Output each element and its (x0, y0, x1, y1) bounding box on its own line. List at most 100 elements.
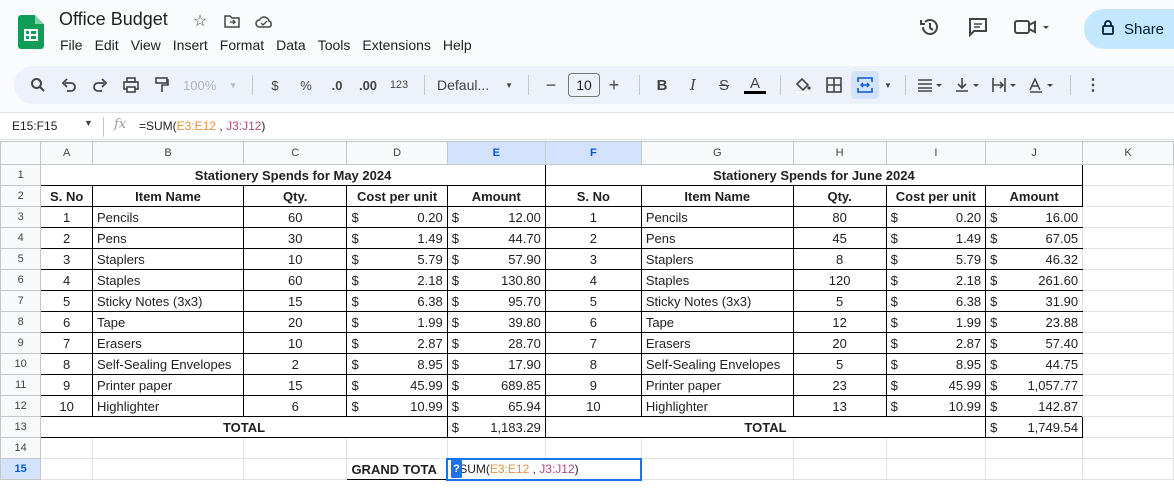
may-header-cell[interactable]: Cost per unit (346, 185, 448, 207)
cell[interactable] (985, 458, 1084, 480)
may-amount-cell[interactable]: $689.85 (446, 374, 546, 396)
may-total-cell[interactable]: $1,183.29 (446, 416, 546, 438)
row-header-7[interactable]: 7 (0, 290, 42, 312)
june-item-name-cell[interactable]: Pencils (640, 206, 794, 228)
cell[interactable] (40, 458, 94, 480)
june-sno-cell[interactable]: 1 (544, 206, 642, 228)
june-qty-cell[interactable]: 20 (792, 332, 887, 354)
june-cost-cell[interactable]: $45.99 (885, 374, 987, 396)
row-header-3[interactable]: 3 (0, 206, 42, 228)
decrease-font-size-button[interactable]: − (537, 71, 565, 99)
cell[interactable] (792, 458, 887, 480)
column-header-e[interactable]: E (446, 141, 546, 165)
may-item-name-cell[interactable]: Pencils (92, 206, 244, 228)
cell[interactable] (1082, 311, 1174, 333)
june-qty-cell[interactable]: 45 (792, 227, 887, 249)
may-cost-cell[interactable]: $5.79 (346, 248, 448, 270)
june-item-name-cell[interactable]: Self-Sealing Envelopes (640, 353, 794, 375)
column-header-a[interactable]: A (40, 141, 94, 165)
may-amount-cell[interactable]: $28.70 (446, 332, 546, 354)
may-total-label[interactable]: TOTAL (40, 416, 448, 438)
cell[interactable] (1082, 269, 1174, 291)
june-cost-cell[interactable]: $6.38 (885, 290, 987, 312)
may-qty-cell[interactable]: 6 (242, 395, 348, 417)
increase-font-size-button[interactable]: + (600, 71, 628, 99)
cell[interactable] (1082, 374, 1174, 396)
document-title[interactable]: Office Budget (59, 9, 168, 30)
print-icon[interactable] (117, 71, 145, 99)
menu-data[interactable]: Data (276, 36, 312, 54)
spreadsheet-grid[interactable]: A B C D E F G H I J K 1 Stationery Spends for May 20… (0, 141, 1174, 500)
increase-decimal-button[interactable]: .00 (354, 71, 382, 99)
vertical-align-icon[interactable] (951, 71, 985, 99)
version-history-icon[interactable] (915, 12, 945, 42)
june-qty-cell[interactable]: 12 (792, 311, 887, 333)
may-amount-cell[interactable]: $44.70 (446, 227, 546, 249)
may-item-name-cell[interactable]: Sticky Notes (3x3) (92, 290, 244, 312)
select-all-corner[interactable] (0, 141, 42, 165)
row-header-6[interactable]: 6 (0, 269, 42, 291)
may-cost-cell[interactable]: $1.99 (346, 311, 448, 333)
row-header-15[interactable]: 15 (0, 458, 42, 480)
menu-extensions[interactable]: Extensions (362, 36, 436, 54)
june-total-cell[interactable]: $1,749.54 (985, 416, 1084, 438)
cell[interactable] (92, 437, 244, 459)
cell[interactable] (346, 437, 448, 459)
row-header-12[interactable]: 12 (0, 395, 42, 417)
row-header-10[interactable]: 10 (0, 353, 42, 375)
menu-help[interactable]: Help (443, 36, 478, 54)
row-header-1[interactable]: 1 (0, 164, 42, 186)
may-item-name-cell[interactable]: Printer paper (92, 374, 244, 396)
cell[interactable] (40, 437, 94, 459)
row-header-14[interactable]: 14 (0, 437, 42, 459)
may-item-name-cell[interactable]: Staples (92, 269, 244, 291)
may-sno-cell[interactable]: 3 (40, 248, 94, 270)
row-header-11[interactable]: 11 (0, 374, 42, 396)
column-header-c[interactable]: C (242, 141, 348, 165)
merge-cells-icon[interactable] (851, 71, 879, 99)
more-vert-icon[interactable]: ⋮ (1079, 71, 1107, 99)
currency-format-button[interactable]: $ (261, 71, 289, 99)
may-item-name-cell[interactable]: Self-Sealing Envelopes (92, 353, 244, 375)
menu-insert[interactable]: Insert (173, 36, 214, 54)
may-qty-cell[interactable]: 10 (242, 248, 348, 270)
percent-format-button[interactable]: % (292, 71, 320, 99)
column-header-i[interactable]: I (885, 141, 987, 165)
cell[interactable] (1082, 416, 1174, 438)
column-header-f[interactable]: F (544, 141, 642, 165)
may-cost-cell[interactable]: $1.49 (346, 227, 448, 249)
column-header-j[interactable]: J (985, 141, 1084, 165)
formula-input[interactable]: =SUM(E3:E12 , J3:J12) (139, 119, 265, 133)
may-qty-cell[interactable]: 10 (242, 332, 348, 354)
june-amount-cell[interactable]: $1,057.77 (985, 374, 1084, 396)
june-cost-cell[interactable]: $8.95 (885, 353, 987, 375)
redo-icon[interactable] (86, 71, 114, 99)
june-cost-cell[interactable]: $1.99 (885, 311, 987, 333)
cell[interactable] (640, 437, 794, 459)
cell[interactable] (242, 437, 348, 459)
row-header-9[interactable]: 9 (0, 332, 42, 354)
cloud-status-icon[interactable] (254, 11, 274, 31)
cell[interactable] (1082, 332, 1174, 354)
row-header-5[interactable]: 5 (0, 248, 42, 270)
may-header-cell[interactable]: Amount (446, 185, 546, 207)
may-cost-cell[interactable]: $8.95 (346, 353, 448, 375)
may-sno-cell[interactable]: 8 (40, 353, 94, 375)
cell[interactable] (885, 437, 987, 459)
search-menus-icon[interactable] (24, 71, 52, 99)
june-header-cell[interactable]: Qty. (792, 185, 887, 207)
italic-icon[interactable]: I (679, 71, 707, 99)
menu-file[interactable]: File (60, 36, 89, 54)
june-amount-cell[interactable]: $31.90 (985, 290, 1084, 312)
menu-format[interactable]: Format (220, 36, 270, 54)
june-item-name-cell[interactable]: Highlighter (640, 395, 794, 417)
june-qty-cell[interactable]: 5 (792, 290, 887, 312)
borders-icon[interactable] (820, 71, 848, 99)
june-header-cell[interactable]: S. No (544, 185, 642, 207)
may-amount-cell[interactable]: $12.00 (446, 206, 546, 228)
cell[interactable] (985, 437, 1084, 459)
text-wrapping-icon[interactable] (988, 71, 1022, 99)
menu-view[interactable]: View (131, 36, 167, 54)
star-icon[interactable]: ☆ (190, 11, 210, 31)
sheets-logo-icon[interactable] (18, 15, 44, 49)
